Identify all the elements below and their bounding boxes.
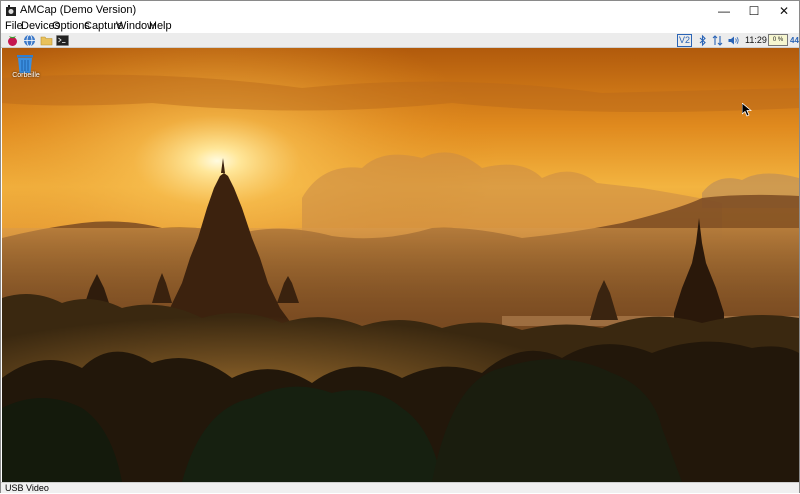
status-text: USB Video: [5, 483, 49, 493]
mouse-cursor-icon: [742, 103, 752, 117]
maximize-button[interactable]: ☐: [739, 1, 769, 20]
cpu-monitor[interactable]: 0 %: [768, 34, 788, 46]
globe-icon[interactable]: [23, 34, 36, 47]
trash-desktop-icon[interactable]: [14, 54, 40, 74]
clock[interactable]: 11:29: [745, 33, 767, 48]
app-window: AMCap (Demo Version) — ☐ ✕ File Devices …: [0, 0, 800, 493]
window-title: AMCap (Demo Version): [20, 4, 137, 16]
raspberry-icon[interactable]: [6, 34, 19, 47]
menu-bar: File Devices Options Capture Window Help: [1, 20, 799, 33]
sunset-temples-image: [2, 48, 799, 482]
vnc-icon[interactable]: V2: [677, 34, 692, 47]
bluetooth-icon[interactable]: [696, 34, 709, 47]
volume-icon[interactable]: [727, 34, 740, 47]
close-button[interactable]: ✕: [769, 1, 799, 20]
camera-app-icon: [6, 5, 16, 16]
title-bar[interactable]: AMCap (Demo Version) — ☐ ✕: [1, 1, 799, 20]
video-preview: Corbeille: [2, 48, 799, 482]
taskbar: V2 11:29 0 % 44: [1, 33, 799, 48]
tray-extra: 44: [790, 36, 799, 45]
folder-icon[interactable]: [40, 34, 53, 47]
terminal-icon[interactable]: [56, 34, 69, 47]
trash-label: Corbeille: [12, 72, 40, 79]
menu-help[interactable]: Help: [149, 20, 172, 33]
trash-icon: [17, 55, 33, 73]
network-arrows-icon[interactable]: [711, 34, 724, 47]
status-bar: USB Video: [1, 482, 799, 493]
minimize-button[interactable]: —: [709, 1, 739, 20]
